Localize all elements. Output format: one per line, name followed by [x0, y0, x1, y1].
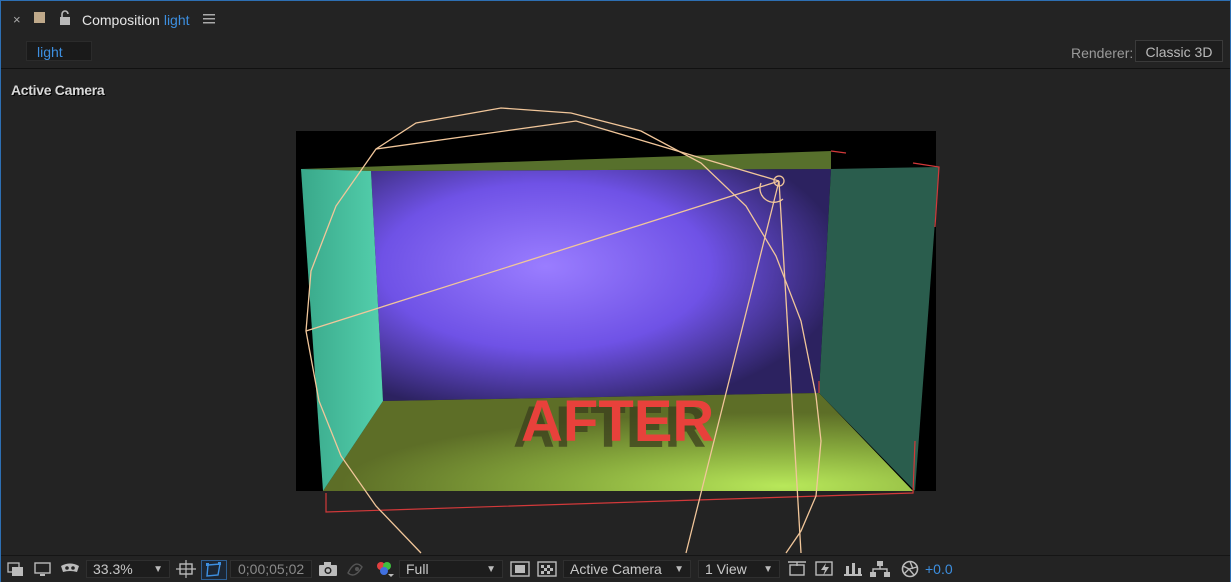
- mask-visibility-icon[interactable]: [59, 560, 81, 578]
- back-wall-layer[interactable]: [371, 169, 831, 401]
- viewer-toolbar: 33.3% ▼ 0;00;05;02 Full ▼ Active Camera …: [1, 555, 1230, 582]
- composition-tab[interactable]: Composition light: [82, 12, 190, 28]
- lock-icon[interactable]: [58, 10, 72, 26]
- toggle-mask-icon[interactable]: [201, 560, 227, 580]
- timecode-value: 0;00;05;02: [238, 561, 305, 577]
- current-time-field[interactable]: 0;00;05;02: [230, 560, 312, 578]
- view-layout-dropdown[interactable]: 1 View ▼: [698, 560, 780, 578]
- show-snapshot-icon[interactable]: [345, 560, 365, 578]
- reset-exposure-icon[interactable]: [900, 560, 920, 578]
- tab-comp-name: light: [163, 12, 190, 28]
- exposure-value[interactable]: +0.0: [925, 560, 953, 578]
- renderer-label: Renderer:: [1071, 45, 1134, 61]
- region-of-interest-icon[interactable]: [510, 560, 530, 578]
- renderer-button[interactable]: Classic 3D: [1135, 40, 1223, 62]
- panel-menu-icon[interactable]: [203, 13, 215, 25]
- magnification-value: 33.3%: [93, 561, 133, 577]
- magnification-dropdown[interactable]: 33.3% ▼: [86, 560, 170, 578]
- active-view-label: Active Camera: [11, 82, 105, 98]
- scene-canvas: AFTER AFTER: [296, 107, 940, 554]
- transparency-grid-icon[interactable]: [537, 560, 557, 578]
- chevron-down-icon: ▼: [674, 563, 684, 575]
- tab-label: Composition: [82, 12, 160, 28]
- 3d-view-dropdown[interactable]: Active Camera ▼: [563, 560, 691, 578]
- resolution-dropdown[interactable]: Full ▼: [399, 560, 503, 578]
- resolution-value: Full: [406, 561, 429, 577]
- composition-viewer[interactable]: AFTER AFTER Active Camera: [1, 69, 1230, 555]
- resolution-grid-icon[interactable]: [176, 560, 196, 578]
- chevron-down-icon: ▼: [486, 563, 496, 575]
- chevron-down-icon: ▼: [153, 563, 163, 575]
- panel-tab-bar: × Composition light: [1, 1, 1230, 37]
- snapshot-icon[interactable]: [318, 560, 338, 578]
- exposure-value-text: +0.0: [925, 561, 953, 577]
- timeline-icon[interactable]: [843, 560, 863, 578]
- chevron-down-icon: ▼: [763, 563, 773, 575]
- monitor-icon[interactable]: [33, 560, 53, 578]
- fast-previews-icon[interactable]: [815, 560, 835, 578]
- channel-icon[interactable]: [373, 560, 395, 578]
- always-preview-icon[interactable]: [7, 560, 25, 578]
- toggle-pixel-aspect-icon[interactable]: [787, 560, 807, 578]
- composition-navigator-bar: light Renderer: Classic 3D: [1, 37, 1230, 69]
- composition-panel: × Composition light light Renderer: Class…: [0, 0, 1231, 582]
- comp-breadcrumb[interactable]: light: [26, 41, 92, 61]
- 3d-view-value: Active Camera: [570, 561, 662, 577]
- after-text-layer[interactable]: AFTER: [521, 389, 714, 454]
- flowchart-icon[interactable]: [870, 560, 890, 578]
- label-color-swatch[interactable]: [34, 12, 45, 23]
- view-layout-value: 1 View: [705, 561, 747, 577]
- close-icon[interactable]: ×: [13, 12, 21, 27]
